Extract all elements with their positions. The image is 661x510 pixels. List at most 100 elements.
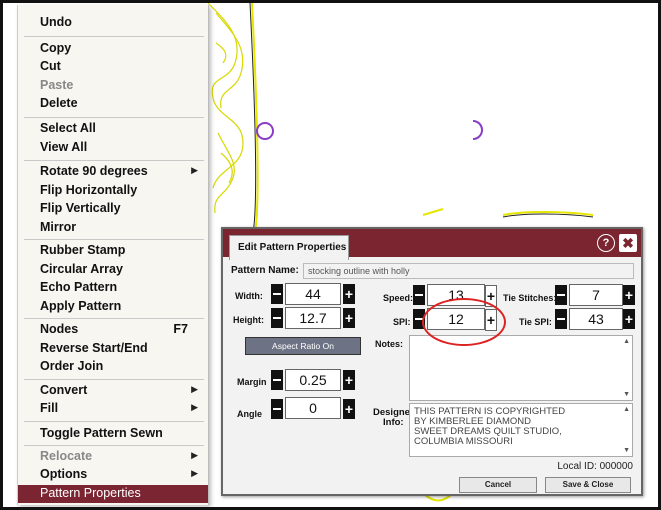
designer-info-text: THIS PATTERN IS COPYRIGHTED BY KIMBERLEE… [414,406,566,447]
app-window: Undo Copy Cut Paste Delete Select All Vi… [0,0,661,510]
margin-input[interactable]: 0.25 [285,369,341,391]
menu-item-label: Options [40,467,88,481]
width-increment-button[interactable]: + [343,284,355,304]
menu-item-echo-pattern[interactable]: Echo Pattern [18,279,208,297]
menu-separator [24,239,204,240]
menu-item-apply-pattern[interactable]: Apply Pattern [18,298,208,316]
cancel-button[interactable]: Cancel [459,477,537,493]
menu-item-label: Delete [40,96,78,110]
menu-item-label: Cut [40,59,61,73]
menu-item-flip-horizontally[interactable]: Flip Horizontally [18,182,208,200]
angle-decrement-button[interactable] [271,399,283,419]
local-id-label: Local ID: [557,461,597,472]
menu-separator [24,318,204,319]
menu-item-label: Toggle Pattern Sewn [40,426,163,440]
menu-separator [24,379,204,380]
tie-spi-decrement-button[interactable] [555,309,567,329]
notes-label: Notes: [375,339,404,349]
height-increment-button[interactable]: + [343,308,355,328]
menu-item-options[interactable]: Options ▶ [18,466,208,484]
angle-input[interactable]: 0 [285,397,341,419]
menu-item-mirror[interactable]: Mirror [18,219,208,237]
pattern-name-label: Pattern Name: [231,265,299,276]
tie-spi-increment-button[interactable]: + [623,309,635,329]
menu-separator [24,36,204,37]
save-close-button[interactable]: Save & Close [545,477,631,493]
aspect-ratio-button[interactable]: Aspect Ratio On [245,337,361,355]
tie-spi-input[interactable]: 43 [569,308,623,330]
menu-item-convert[interactable]: Convert ▶ [18,382,208,400]
menu-item-pattern-properties[interactable]: Pattern Properties [18,485,208,503]
menu-item-delete[interactable]: Delete [18,95,208,113]
tie-stitches-increment-button[interactable]: + [623,285,635,305]
tie-stitches-input[interactable]: 7 [569,284,623,306]
menu-item-cut[interactable]: Cut [18,58,208,76]
menu-item-flip-vertically[interactable]: Flip Vertically [18,200,208,218]
pattern-name-field[interactable]: stocking outline with holly [303,263,634,279]
annotation-highlight-ellipse [422,298,506,346]
scroll-up-icon[interactable]: ▲ [623,338,630,345]
scroll-up-icon[interactable]: ▲ [623,406,630,413]
menu-item-rubber-stamp[interactable]: Rubber Stamp [18,242,208,260]
local-id-value: 000000 [599,461,633,472]
menu-item-label: Rotate 90 degrees [40,164,148,178]
menu-item-circular-array[interactable]: Circular Array [18,261,208,279]
menu-item-label: Apply Pattern [40,299,122,313]
margin-decrement-button[interactable] [271,370,283,390]
menu-separator [24,421,204,422]
menu-item-undo[interactable]: Undo [18,14,208,32]
menu-separator [24,160,204,161]
menu-item-fill[interactable]: Fill ▶ [18,400,208,418]
menu-item-label: Flip Vertically [40,201,121,215]
menu-item-label: Flip Horizontally [40,183,138,197]
width-input[interactable]: 44 [285,283,341,305]
submenu-arrow-icon: ▶ [191,384,198,394]
height-decrement-button[interactable] [271,308,283,328]
designer-info-textarea[interactable]: THIS PATTERN IS COPYRIGHTED BY KIMBERLEE… [409,403,633,457]
menu-item-label: Paste [40,78,74,92]
menu-item-toggle-pattern-sewn[interactable]: Toggle Pattern Sewn [18,425,208,443]
menu-item-reverse-start-end[interactable]: Reverse Start/End [18,340,208,358]
submenu-arrow-icon: ▶ [191,165,198,175]
angle-label: Angle [237,409,263,419]
context-menu: Undo Copy Cut Paste Delete Select All Vi… [17,5,209,505]
speed-decrement-button[interactable] [413,285,425,305]
margin-increment-button[interactable]: + [343,370,355,390]
edit-pattern-properties-dialog: Edit Pattern Properties ? ✖ Pattern Name… [221,227,643,496]
menu-item-label: Circular Array [40,262,123,276]
designer-info-label-line2: Info: [383,417,404,428]
scroll-down-icon[interactable]: ▼ [623,447,630,454]
close-icon[interactable]: ✖ [619,234,637,252]
menu-item-label: Convert [40,383,88,397]
menu-item-label: Echo Pattern [40,280,118,294]
menu-separator [24,445,204,446]
help-icon[interactable]: ? [597,234,615,252]
menu-item-label: View All [40,140,88,154]
menu-item-label: Reverse Start/End [40,341,148,355]
notes-textarea[interactable]: ▲ ▼ [409,335,633,401]
menu-item-label: Mirror [40,220,77,234]
shortcut-label: F7 [173,322,188,336]
menu-item-view-all[interactable]: View All [18,139,208,157]
dialog-title: Edit Pattern Properties [238,242,347,253]
menu-item-nodes[interactable]: Nodes F7 [18,321,208,339]
dialog-tab[interactable]: Edit Pattern Properties [229,235,349,260]
width-decrement-button[interactable] [271,284,283,304]
menu-item-relocate: Relocate ▶ [18,448,208,466]
height-input[interactable]: 12.7 [285,307,341,329]
tie-stitches-decrement-button[interactable] [555,285,567,305]
menu-item-label: Select All [40,121,96,135]
speed-label: Speed: [383,293,414,303]
height-label: Height: [233,315,264,325]
scroll-down-icon[interactable]: ▼ [623,391,630,398]
angle-increment-button[interactable]: + [343,399,355,419]
menu-item-order-join[interactable]: Order Join [18,358,208,376]
menu-item-label: Undo [40,15,72,29]
menu-item-label: Copy [40,41,72,55]
tie-stitches-label: Tie Stitches: [503,293,557,303]
width-label: Width: [235,291,263,301]
menu-item-select-all[interactable]: Select All [18,120,208,138]
menu-item-rotate-90[interactable]: Rotate 90 degrees ▶ [18,163,208,181]
menu-item-copy[interactable]: Copy [18,40,208,58]
local-id: Local ID: 000000 [557,461,633,472]
